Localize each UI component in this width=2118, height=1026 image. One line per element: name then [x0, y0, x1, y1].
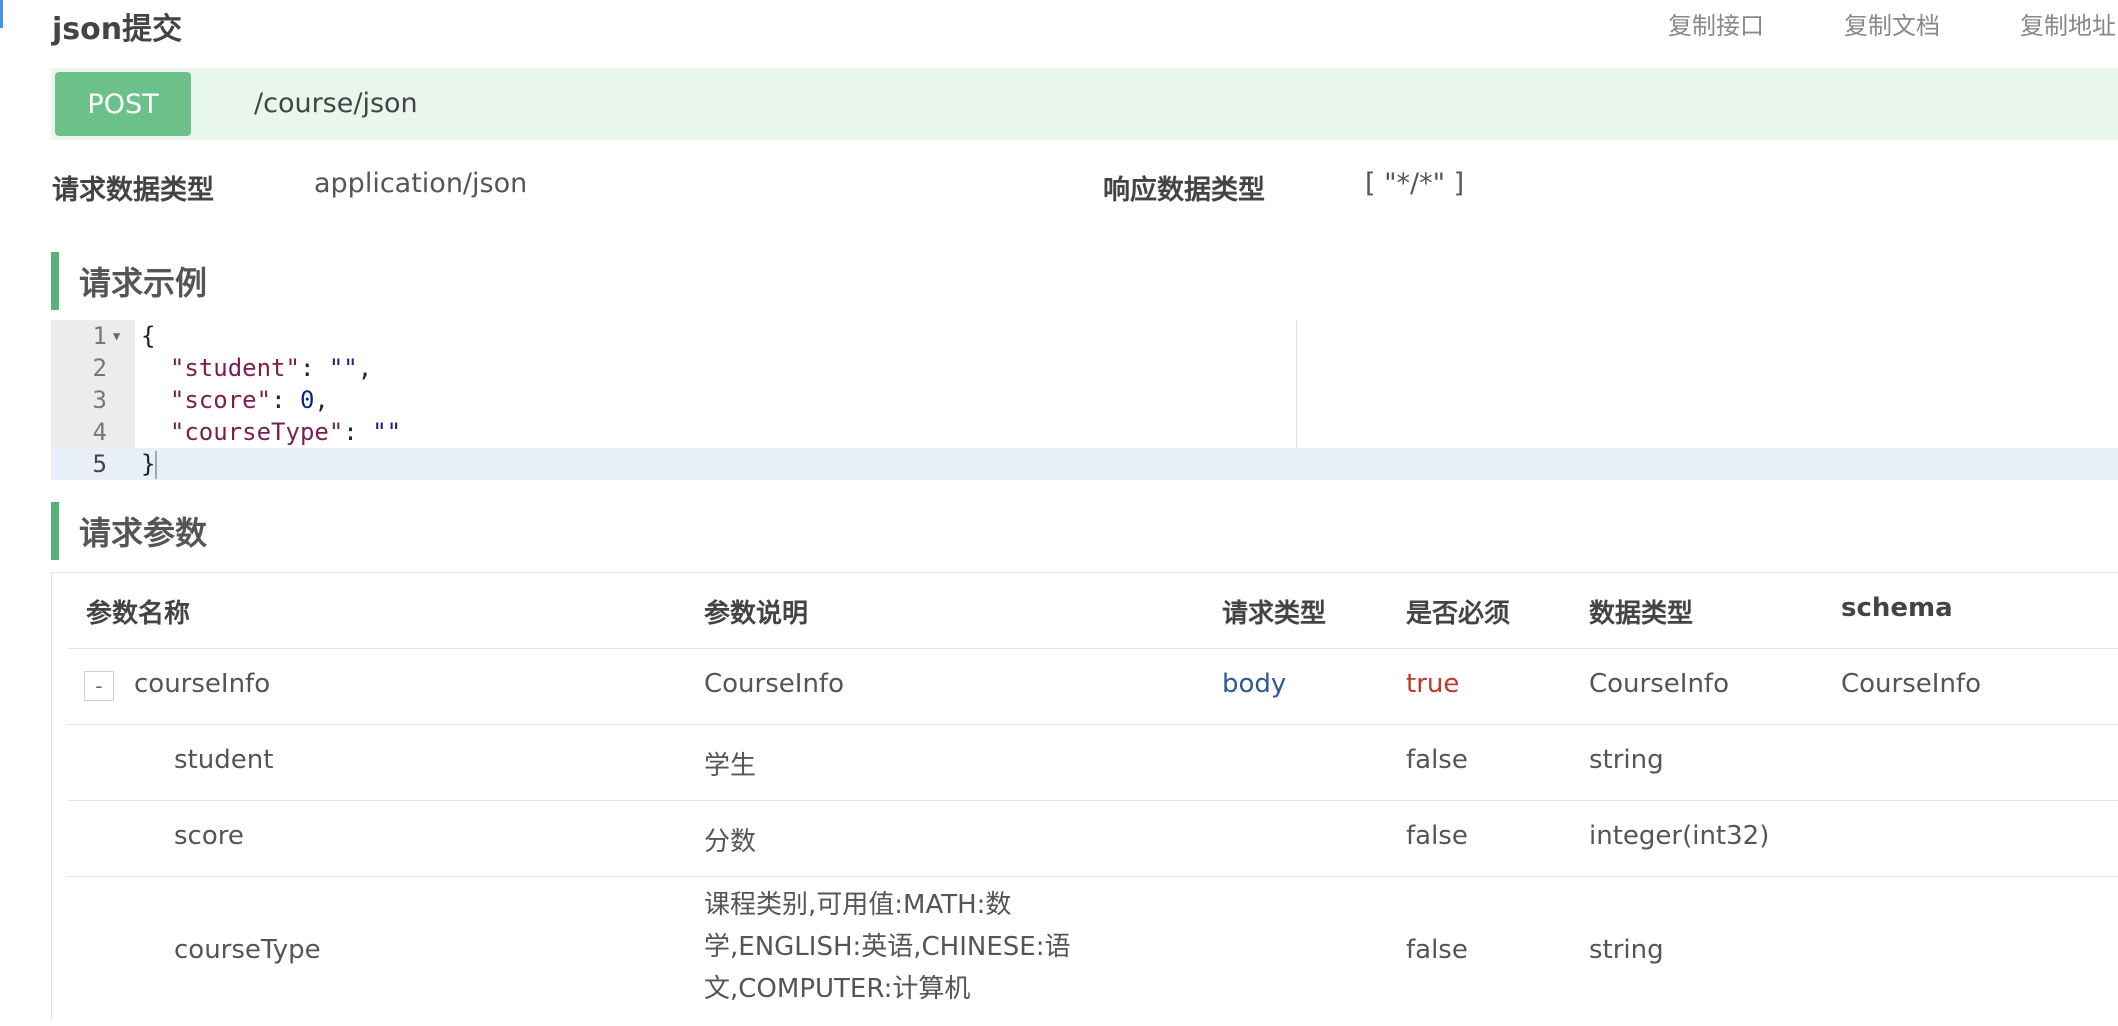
copy-address-button[interactable]: 复制地址	[2020, 6, 2116, 41]
column-header-schema: schema	[1841, 593, 1953, 623]
code-line: 4 "courseType": ""	[51, 416, 2118, 448]
page-title: json提交	[52, 12, 183, 47]
param-name: score	[174, 821, 244, 851]
table-row: courseType 课程类别,可用值:MATH:数 学,ENGLISH:英语,…	[68, 876, 2118, 1026]
param-desc: 学生	[704, 751, 757, 781]
fold-toggle-icon[interactable]: ▼	[113, 320, 120, 352]
param-desc-line: 文,COMPUTER:计算机	[704, 974, 971, 1004]
column-header-required: 是否必须	[1406, 599, 1511, 629]
api-header: json提交 复制接口 复制文档 复制地址	[52, 0, 2118, 47]
code-text: {	[141, 322, 156, 350]
param-desc: CourseInfo	[704, 669, 844, 699]
table-header-row: 参数名称 参数说明 请求类型 是否必须 数据类型 schema	[68, 573, 2118, 649]
param-desc-line: 课程类别,可用值:MATH:数	[704, 890, 1012, 920]
param-desc-line: 学,ENGLISH:英语,CHINESE:语	[704, 932, 1071, 962]
table-row: score 分数 false integer(int32)	[68, 800, 2118, 877]
table-row: - courseInfo CourseInfo body true Course…	[68, 648, 2118, 725]
table-row: student 学生 false string	[68, 724, 2118, 801]
column-header-in: 请求类型	[1222, 599, 1327, 629]
collapse-toggle-button[interactable]: -	[84, 671, 114, 701]
param-name: courseInfo	[134, 669, 271, 699]
column-header-type: 数据类型	[1589, 599, 1694, 629]
param-schema: CourseInfo	[1841, 669, 1981, 699]
code-text: "student": "",	[169, 354, 373, 382]
column-header-name: 参数名称	[86, 599, 191, 629]
response-type-value: [ "*/*" ]	[1365, 168, 1465, 199]
param-name: student	[174, 745, 274, 775]
code-editor[interactable]: 1 ▼ { 2 "student": "", 3 "score": 0, 4 "…	[51, 320, 2118, 480]
code-line-active: 5 }	[51, 448, 2118, 480]
params-table: 参数名称 参数说明 请求类型 是否必须 数据类型 schema - course…	[51, 572, 2118, 1020]
line-number: 1	[92, 322, 107, 350]
param-type: string	[1589, 935, 1664, 965]
line-number: 5	[92, 450, 107, 478]
text-cursor	[155, 451, 158, 479]
window-left-accent	[0, 0, 3, 28]
code-text: "score": 0,	[169, 386, 329, 414]
copy-doc-button[interactable]: 复制文档	[1844, 6, 1940, 41]
line-number: 4	[92, 418, 107, 446]
request-type-value: application/json	[314, 168, 528, 199]
line-number: 3	[92, 386, 107, 414]
code-line: 2 "student": "",	[51, 352, 2118, 384]
header-actions: 复制接口 复制文档 复制地址	[1668, 6, 2116, 41]
code-text: "courseType": ""	[169, 418, 402, 446]
endpoint-path: /course/json	[254, 88, 418, 119]
request-params-heading: 请求参数	[51, 502, 2118, 560]
param-desc: 分数	[704, 827, 757, 857]
http-method-badge[interactable]: POST	[55, 72, 191, 136]
column-header-desc: 参数说明	[704, 599, 809, 629]
param-required: false	[1406, 745, 1468, 775]
endpoint-bar: POST /course/json	[51, 68, 2118, 140]
copy-api-button[interactable]: 复制接口	[1668, 6, 1764, 41]
param-required: false	[1406, 935, 1468, 965]
request-example-heading: 请求示例	[51, 252, 2118, 310]
param-in: body	[1222, 669, 1287, 699]
param-type: string	[1589, 745, 1664, 775]
line-number: 2	[92, 354, 107, 382]
response-type-label: 响应数据类型	[1103, 175, 1265, 206]
param-type: CourseInfo	[1589, 669, 1729, 699]
code-text: }	[141, 450, 158, 479]
code-line: 1 ▼ {	[51, 320, 2118, 352]
request-type-label: 请求数据类型	[52, 175, 214, 206]
param-required: false	[1406, 821, 1468, 851]
param-required: true	[1406, 669, 1460, 699]
param-name: courseType	[174, 935, 321, 965]
param-type: integer(int32)	[1589, 821, 1770, 851]
code-line: 3 "score": 0,	[51, 384, 2118, 416]
param-desc: 课程类别,可用值:MATH:数 学,ENGLISH:英语,CHINESE:语 文…	[704, 884, 1104, 1010]
